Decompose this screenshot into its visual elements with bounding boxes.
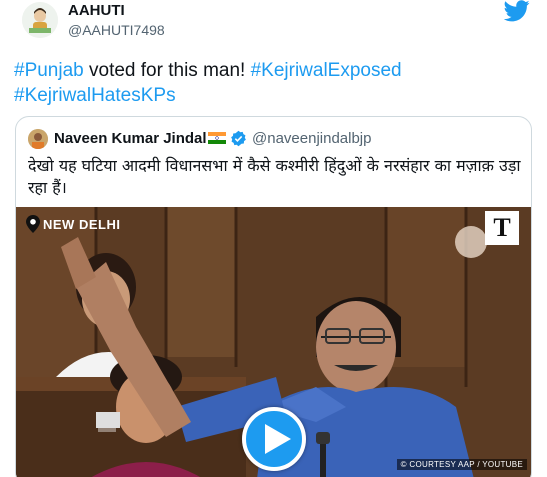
- video-courtesy-label: © COURTESY AAP / YOUTUBE: [396, 459, 527, 470]
- verified-badge-icon: [231, 130, 246, 147]
- hashtag-link[interactable]: #KejriwalHatesKPs: [14, 85, 176, 106]
- author-handle[interactable]: @AAHUTI7498: [68, 22, 165, 38]
- twitter-bird-icon[interactable]: [504, 0, 530, 22]
- quoted-author-handle[interactable]: @naveenjindalbjp: [252, 130, 371, 147]
- author-avatar[interactable]: [22, 2, 58, 38]
- channel-logo: T: [485, 211, 519, 245]
- location-tag: NEW DELHI: [26, 215, 120, 233]
- quoted-tweet-card[interactable]: Naveen Kumar Jindal @naveenjindalbjp देख…: [15, 116, 532, 477]
- tweet-text-segment: voted for this man!: [83, 60, 251, 81]
- location-label: NEW DELHI: [43, 216, 121, 232]
- tweet-body: #Punjab voted for this man! #KejriwalExp…: [14, 58, 534, 108]
- author-display-name[interactable]: AAHUTI: [68, 2, 125, 19]
- india-flag-icon: [208, 132, 226, 144]
- quoted-author-name[interactable]: Naveen Kumar Jindal: [54, 130, 207, 147]
- play-button[interactable]: [242, 407, 306, 471]
- quoted-tweet-text: देखो यह घटिया आदमी विधानसभा में कैसे कश्…: [28, 156, 521, 197]
- hashtag-link[interactable]: #KejriwalExposed: [251, 60, 402, 81]
- quoted-author-avatar[interactable]: [28, 129, 48, 149]
- play-icon: [265, 424, 291, 454]
- hashtag-link[interactable]: #Punjab: [14, 60, 84, 81]
- location-pin-icon: [26, 215, 40, 233]
- video-player[interactable]: NEW DELHI T © COURTESY AAP / YOUTUBE: [16, 207, 531, 477]
- tweet-header: AAHUTI @AAHUTI7498: [14, 0, 534, 44]
